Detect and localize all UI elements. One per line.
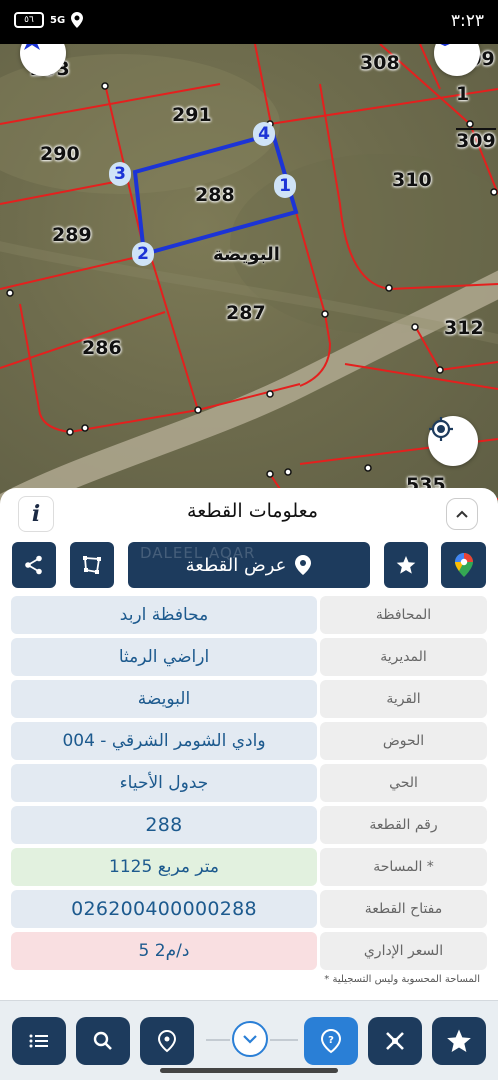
chevron-down-icon xyxy=(243,1035,257,1044)
parcel-label-308: 308 xyxy=(360,52,400,74)
chevron-up-icon xyxy=(456,510,468,518)
tools-button[interactable] xyxy=(368,1017,422,1065)
table-row: 5 د/م2 السعر الإداري xyxy=(11,932,487,970)
share-button[interactable] xyxy=(12,542,56,588)
plot-key-value: 026200400000288 xyxy=(11,890,317,928)
table-row: اراضي الرمثا المديرية xyxy=(11,638,487,676)
star-icon xyxy=(396,556,416,574)
parcel-label-286: 286 xyxy=(82,337,122,359)
neighborhood-value: جدول الأحياء xyxy=(11,764,317,802)
home-indicator[interactable] xyxy=(160,1068,338,1073)
area-footnote: * المساحة المحسوبة وليس التسجيلية xyxy=(324,974,480,985)
table-row: جدول الأحياء الحي xyxy=(11,764,487,802)
neighborhood-label: الحي xyxy=(320,764,487,802)
table-row: وادي الشومر الشرقي - 004 الحوض xyxy=(11,722,487,760)
favorites-nav-button[interactable] xyxy=(432,1017,486,1065)
plot-number-label: رقم القطعة xyxy=(320,806,487,844)
satellite-map[interactable]: 4 3 1 2 293 291 290 289 288 287 286 308 … xyxy=(0,44,498,504)
action-row: DALEEL AQAR عرض القطعة xyxy=(0,542,498,588)
info-button[interactable]: i xyxy=(18,496,54,532)
plot-info-table: محافظة اربد المحافظة اراضي الرمثا المدير… xyxy=(11,596,487,974)
google-maps-button[interactable] xyxy=(441,542,486,588)
admin-price-label: السعر الإداري xyxy=(320,932,487,970)
compass-arrow-icon xyxy=(24,44,40,50)
parcel-label-290: 290 xyxy=(40,143,80,165)
governorate-label: المحافظة xyxy=(320,596,487,634)
expand-menu-button[interactable] xyxy=(232,1021,268,1057)
parcel-label-291: 291 xyxy=(172,104,212,126)
clock: ٣:٢٣ xyxy=(450,11,484,31)
directorate-value: اراضي الرمثا xyxy=(11,638,317,676)
collapse-sheet-button[interactable] xyxy=(446,498,478,530)
parcel-map-layer xyxy=(0,44,498,504)
map-pin-icon xyxy=(157,1029,177,1053)
star-icon xyxy=(447,1029,471,1052)
share-icon xyxy=(25,555,42,575)
vertex-label-1: 1 xyxy=(274,174,296,198)
parcel-label-288: 288 xyxy=(195,184,235,206)
directorate-label: المديرية xyxy=(320,638,487,676)
sheet-header: i معلومات القطعة xyxy=(0,488,498,538)
parcel-label-287: 287 xyxy=(226,302,266,324)
help-icon: ? xyxy=(320,1028,342,1054)
plot-key-label: مفتاح القطعة xyxy=(320,890,487,928)
nav-divider-right xyxy=(270,1039,298,1041)
parcel-label-309: 309 xyxy=(456,128,496,152)
parcel-label-1: 1 xyxy=(456,83,470,105)
parcel-label-289: 289 xyxy=(52,224,92,246)
table-row: البويضة القرية xyxy=(11,680,487,718)
nav-divider-left xyxy=(206,1039,230,1041)
list-icon xyxy=(29,1034,48,1048)
table-row: 288 رقم القطعة xyxy=(11,806,487,844)
network-indicator: 5G xyxy=(50,14,66,26)
search-icon xyxy=(93,1031,112,1050)
crosshair-icon xyxy=(429,417,453,441)
locate-plot-button[interactable] xyxy=(140,1017,194,1065)
area-name-label: البويضة xyxy=(213,244,280,265)
vertex-label-4: 4 xyxy=(253,122,275,146)
battery-icon: ٥٦ xyxy=(14,12,44,28)
tools-icon xyxy=(386,1032,404,1050)
admin-price-value: 5 د/م2 xyxy=(11,932,317,970)
table-row: 026200400000288 مفتاح القطعة xyxy=(11,890,487,928)
help-button[interactable]: ? xyxy=(304,1017,358,1065)
battery-level: ٥٦ xyxy=(24,15,34,25)
plot-info-sheet: i معلومات القطعة DALEEL AQAR عرض القطعة … xyxy=(0,488,498,1080)
polygon-button[interactable] xyxy=(70,542,114,588)
status-bar: ٥٦ 5G ٣:٢٣ xyxy=(0,0,498,44)
table-row: محافظة اربد المحافظة xyxy=(11,596,487,634)
google-maps-icon xyxy=(454,553,473,577)
area-value: 1125 متر مربع xyxy=(11,848,317,886)
status-icons: ٥٦ 5G xyxy=(14,12,84,28)
my-location-button[interactable] xyxy=(428,416,478,466)
area-label: المساحة * xyxy=(320,848,487,886)
vertex-label-3: 3 xyxy=(109,162,131,186)
svg-text:?: ? xyxy=(328,1035,334,1046)
location-pin-icon xyxy=(295,555,312,575)
basin-label: الحوض xyxy=(320,722,487,760)
table-row: 1125 متر مربع المساحة * xyxy=(11,848,487,886)
show-plot-button[interactable]: DALEEL AQAR عرض القطعة xyxy=(128,542,370,588)
location-status-icon xyxy=(71,12,84,28)
basin-value: وادي الشومر الشرقي - 004 xyxy=(11,722,317,760)
sheet-title: معلومات القطعة xyxy=(187,500,318,522)
plot-number-value: 288 xyxy=(11,806,317,844)
list-button[interactable] xyxy=(12,1017,66,1065)
layers-icon xyxy=(440,44,450,47)
search-button[interactable] xyxy=(76,1017,130,1065)
parcel-label-312: 312 xyxy=(444,317,484,339)
parcel-label-310: 310 xyxy=(392,169,432,191)
watermark-text: DALEEL AQAR xyxy=(140,544,256,562)
village-label: القرية xyxy=(320,680,487,718)
polygon-icon xyxy=(83,556,101,574)
favorite-button[interactable] xyxy=(384,542,428,588)
vertex-label-2: 2 xyxy=(132,242,154,266)
village-value: البويضة xyxy=(11,680,317,718)
governorate-value: محافظة اربد xyxy=(11,596,317,634)
